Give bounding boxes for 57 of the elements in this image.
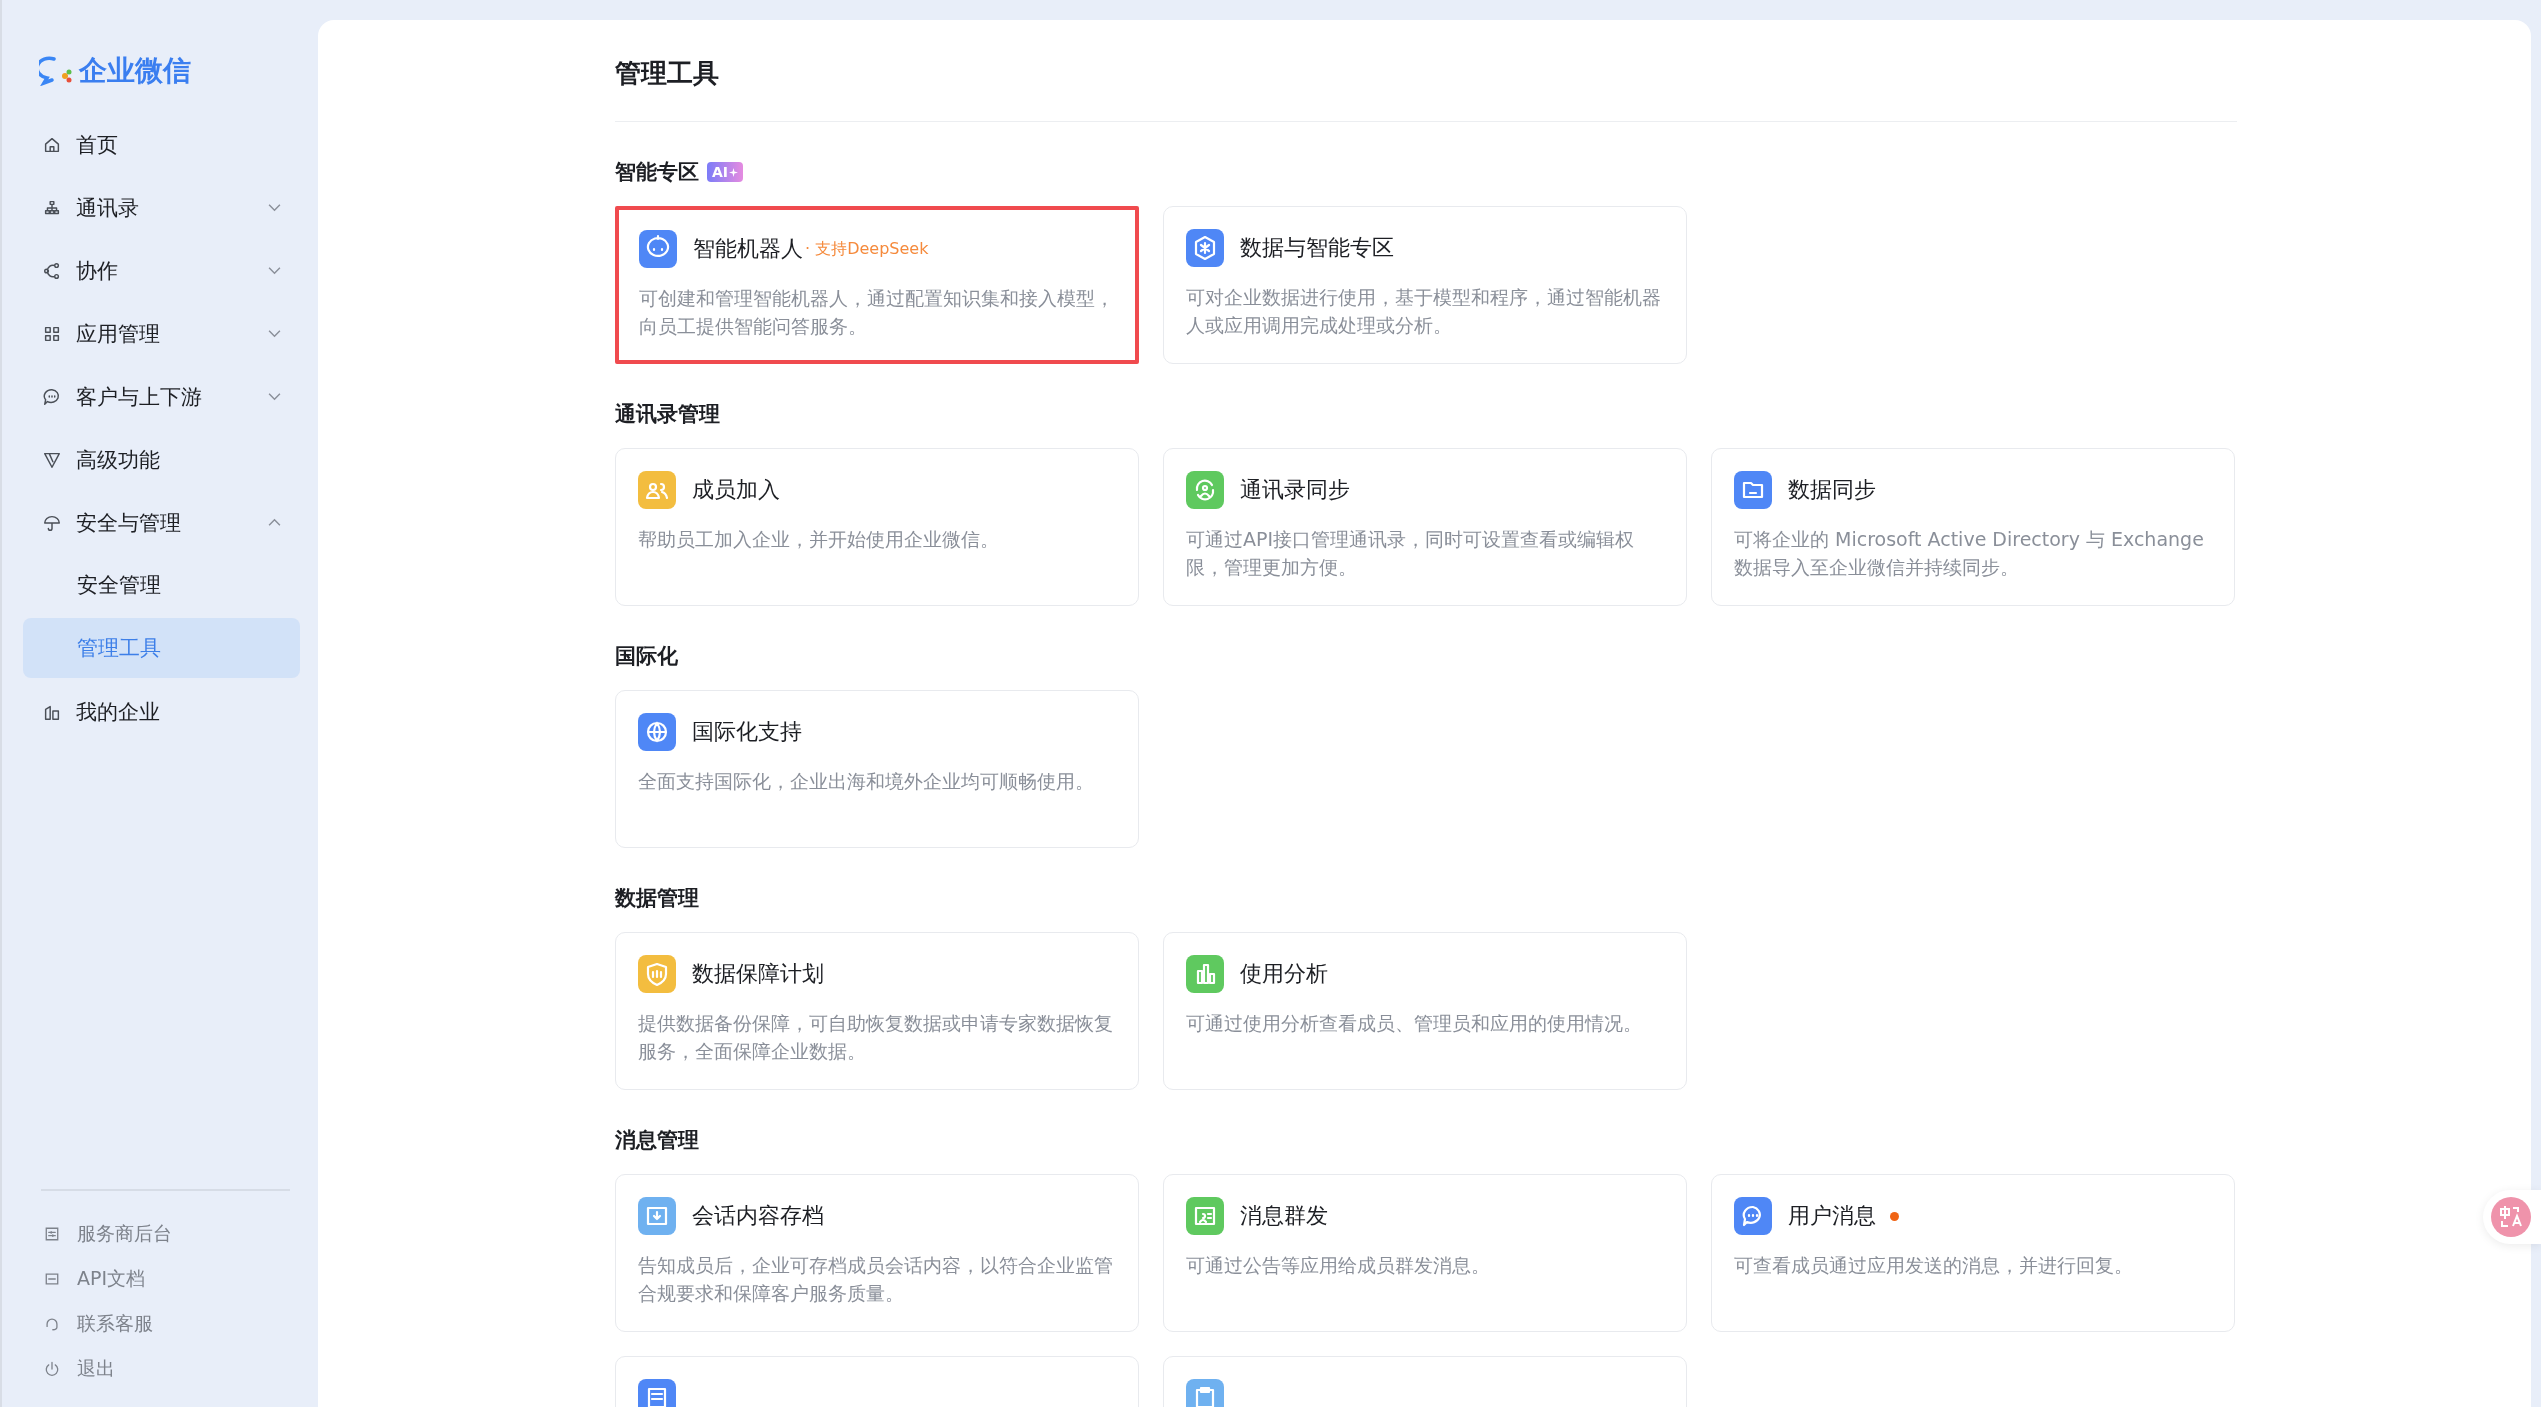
card-title: 用户消息 (1788, 1202, 1876, 1230)
nav-chat-icon (42, 386, 62, 407)
translate-icon (2491, 1197, 2531, 1237)
card-title: 通讯录同步 (1240, 476, 1350, 504)
card-description: 告知成员后，企业可存档成员会话内容，以符合企业监管合规要求和保障客户服务质量。 (638, 1253, 1114, 1306)
section-title: 智能专区 (615, 159, 699, 186)
nav-item[interactable]: 应用管理 (23, 302, 300, 365)
card-description: 可通过API接口管理通讯录，同时可设置查看或编辑权限，管理更加方便。 (1186, 527, 1636, 580)
card-title: 会话内容存档 (692, 1202, 824, 1230)
card-tag: · 支持DeepSeek (805, 238, 929, 260)
card-description: 可对企业数据进行使用，基于模型和程序，通过智能机器人或应用调用完成处理或分析。 (1186, 285, 1662, 338)
nav-item[interactable]: 首页 (23, 113, 300, 176)
nav-item[interactable]: 我的企业 (23, 680, 300, 743)
card-title: 数据与智能专区 (1240, 234, 1394, 262)
card-title: 数据保障计划 (692, 960, 824, 988)
tool-card[interactable]: 智能机器人· 支持DeepSeek 可创建和管理智能机器人，通过配置知识集和接入模型，向员工提供智能问答服务。 (615, 206, 1139, 364)
tool-card[interactable]: 成员加入 帮助员工加入企业，并开始使用企业微信。 (615, 448, 1139, 606)
card-description: 可通过公告等应用给成员群发消息。 (1186, 1253, 1491, 1278)
tool-card[interactable]: 国际化支持 全面支持国际化，企业出海和境外企业均可顺畅使用。 (615, 690, 1139, 848)
section-title: 消息管理 (615, 1127, 699, 1154)
card-title: 智能机器人 (693, 235, 803, 263)
tool-card[interactable]: 会话内容存档 告知成员后，企业可存档成员会话内容，以符合企业监管合规要求和保障客户服务质量。 (615, 1174, 1139, 1332)
tool-card[interactable]: 数据保障计划 提供数据备份保障，可自助恢复数据或申请专家数据恢复服务，全面保障企业数据。 (615, 932, 1139, 1090)
card-description: 可通过使用分析查看成员、管理员和应用的使用情况。 (1186, 1011, 1643, 1036)
card-description: 可创建和管理智能机器人，通过配置知识集和接入模型，向员工提供智能问答服务。 (639, 286, 1115, 339)
card-title: 国际化支持 (692, 718, 802, 746)
logo-text: 企业微信 (79, 53, 191, 89)
card-description: 全面支持国际化，企业出海和境外企业均可顺畅使用。 (638, 769, 1095, 794)
nav-item[interactable]: 通讯录 (23, 176, 300, 239)
card-description: 可将企业的 Microsoft Active Directory 与 Exchange 数据导入至企业微信并持续同步。 (1734, 527, 2205, 580)
tool-card[interactable]: 通讯录同步 可通过API接口管理通讯录，同时可设置查看或编辑权限，管理更加方便。 (1163, 448, 1687, 606)
card-title: 消息群发 (1240, 1202, 1328, 1230)
section-title: 国际化 (615, 643, 678, 670)
card-title: 数据同步 (1788, 476, 1876, 504)
translate-button[interactable] (2483, 1190, 2541, 1244)
page-title: 管理工具 (615, 57, 720, 90)
tool-card[interactable]: 数据同步 可将企业的 Microsoft Active Directory 与 Exchange 数据导入至企业微信并持续同步。 (1711, 448, 2235, 606)
nav-sub-item[interactable]: 安全管理 (23, 555, 300, 615)
card-title: 成员加入 (692, 476, 780, 504)
section-title: 通讯录管理 (615, 401, 720, 428)
card-title: 使用分析 (1240, 960, 1328, 988)
tool-card[interactable]: 数据与智能专区 可对企业数据进行使用，基于模型和程序，通过智能机器人或应用调用完成处理或分析。 (1163, 206, 1687, 364)
nav-item[interactable]: 协作 (23, 239, 300, 302)
footer-power-icon (43, 1359, 61, 1378)
nav-item[interactable]: 客户与上下游 (23, 365, 300, 428)
card-description: 帮助员工加入企业，并开始使用企业微信。 (638, 527, 1000, 552)
nav-item[interactable]: 高级功能 (23, 428, 300, 491)
card-description: 可查看成员通过应用发送的消息，并进行回复。 (1734, 1253, 2134, 1278)
logo-icon (39, 56, 73, 86)
card-description: 提供数据备份保障，可自助恢复数据或申请专家数据恢复服务，全面保障企业数据。 (638, 1011, 1114, 1064)
tool-card[interactable]: 消息群发 可通过公告等应用给成员群发消息。 (1163, 1174, 1687, 1332)
nav-collab-icon (42, 260, 62, 281)
tool-card[interactable]: 用户消息 可查看成员通过应用发送的消息，并进行回复。 (1711, 1174, 2235, 1332)
ai-badge: AI (707, 162, 744, 182)
section-title: 数据管理 (615, 885, 699, 912)
tool-card[interactable]: 使用分析 可通过使用分析查看成员、管理员和应用的使用情况。 (1163, 932, 1687, 1090)
nav-item[interactable]: 安全与管理 (23, 491, 300, 554)
